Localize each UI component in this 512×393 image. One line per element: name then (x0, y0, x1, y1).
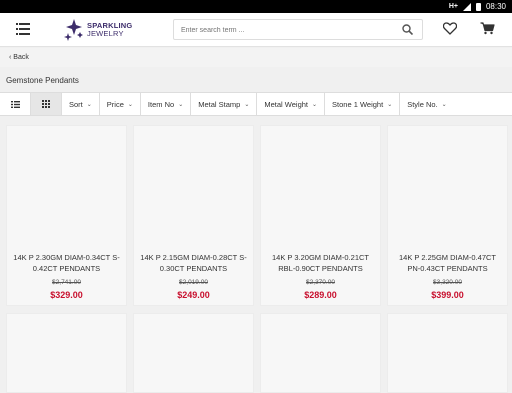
signal-icon (462, 2, 471, 11)
cart-icon[interactable] (480, 22, 495, 35)
filter-metal-weight[interactable]: Metal Weight ⌄ (257, 93, 326, 115)
product-card[interactable] (387, 313, 508, 393)
product-name: 14K P 3.20GM DIAM-0.21CT RBL-0.90CT PEND… (272, 253, 369, 273)
clock: 08:30 (485, 2, 506, 11)
filter-bar: Sort ⌄ Price ⌄ Item No ⌄ Metal Stamp ⌄ Metal… (0, 92, 512, 116)
list-view-button[interactable] (0, 93, 31, 115)
status-bar: H+ 08:30 (0, 0, 512, 13)
logo-text: SPARKLING JEWELRY (87, 22, 132, 38)
battery-icon (475, 2, 481, 11)
back-label: Back (13, 54, 29, 61)
list-view-icon (10, 100, 20, 108)
search-box (173, 19, 423, 40)
filter-label: Sort (69, 99, 83, 109)
chevron-down-icon: ⌄ (178, 101, 184, 108)
grid-view-icon (42, 100, 50, 108)
product-card[interactable]: 14K P 3.20GM DIAM-0.21CT RBL-0.90CT PEND… (260, 125, 381, 306)
product-card[interactable] (260, 313, 381, 393)
back-link[interactable]: ‹ Back (0, 48, 512, 67)
network-type: H+ (448, 3, 458, 10)
menu-icon[interactable] (16, 23, 30, 35)
filter-label: Style No. (407, 99, 438, 109)
filter-stone-1-weight[interactable]: Stone 1 Weight ⌄ (325, 93, 401, 115)
filter-price[interactable]: Price ⌄ (100, 93, 141, 115)
logo[interactable]: SPARKLING JEWELRY (64, 17, 132, 43)
filter-label: Metal Stamp (198, 99, 241, 109)
category-title-bar: Gemstone Pendants (0, 68, 512, 92)
product-old-price: $2,019.00 (179, 279, 208, 286)
product-card[interactable]: 14K P 2.15GM DIAM-0.28CT S-0.30CT PENDAN… (133, 125, 254, 306)
filter-sort[interactable]: Sort ⌄ (62, 93, 100, 115)
filter-item-no[interactable]: Item No ⌄ (141, 93, 192, 115)
product-card[interactable]: 14K P 2.25GM DIAM-0.47CT PN-0.43CT PENDA… (387, 125, 508, 306)
sparkle-logo-icon (64, 19, 83, 41)
product-name: 14K P 2.30GM DIAM-0.34CT S-0.42CT PENDAN… (13, 253, 120, 273)
product-price: $329.00 (50, 290, 83, 300)
product-old-price: $3,320.00 (433, 279, 462, 286)
product-old-price: $2,370.00 (306, 279, 335, 286)
chevron-down-icon: ⌄ (86, 101, 92, 108)
product-name: 14K P 2.25GM DIAM-0.47CT PN-0.43CT PENDA… (399, 253, 496, 273)
product-old-price: $2,741.00 (52, 279, 81, 286)
product-price: $399.00 (431, 290, 464, 300)
chevron-down-icon: ⌄ (387, 101, 393, 108)
filter-label: Metal Weight (264, 99, 308, 109)
filter-style-no[interactable]: Style No. ⌄ (400, 93, 453, 115)
product-card[interactable]: 14K P 2.30GM DIAM-0.34CT S-0.42CT PENDAN… (6, 125, 127, 306)
search-icon[interactable] (402, 24, 413, 35)
chevron-down-icon: ⌄ (441, 101, 447, 108)
page-title: Gemstone Pendants (6, 76, 79, 85)
grid-view-button[interactable] (31, 93, 62, 115)
wishlist-heart-icon[interactable] (443, 22, 457, 35)
chevron-down-icon: ⌄ (127, 101, 133, 108)
product-name: 14K P 2.15GM DIAM-0.28CT S-0.30CT PENDAN… (140, 253, 247, 273)
chevron-down-icon: ⌄ (244, 101, 250, 108)
search-input[interactable] (181, 24, 381, 36)
product-card[interactable] (6, 313, 127, 393)
filter-label: Price (106, 99, 124, 109)
logo-line2: JEWELRY (87, 29, 124, 38)
product-price: $249.00 (177, 290, 210, 300)
product-price: $289.00 (304, 290, 337, 300)
app-header: SPARKLING JEWELRY (0, 13, 512, 47)
filter-label: Item No (147, 99, 175, 109)
filter-metal-stamp[interactable]: Metal Stamp ⌄ (191, 93, 258, 115)
chevron-down-icon: ⌄ (312, 101, 318, 108)
filter-label: Stone 1 Weight (332, 99, 384, 109)
product-card[interactable] (133, 313, 254, 393)
